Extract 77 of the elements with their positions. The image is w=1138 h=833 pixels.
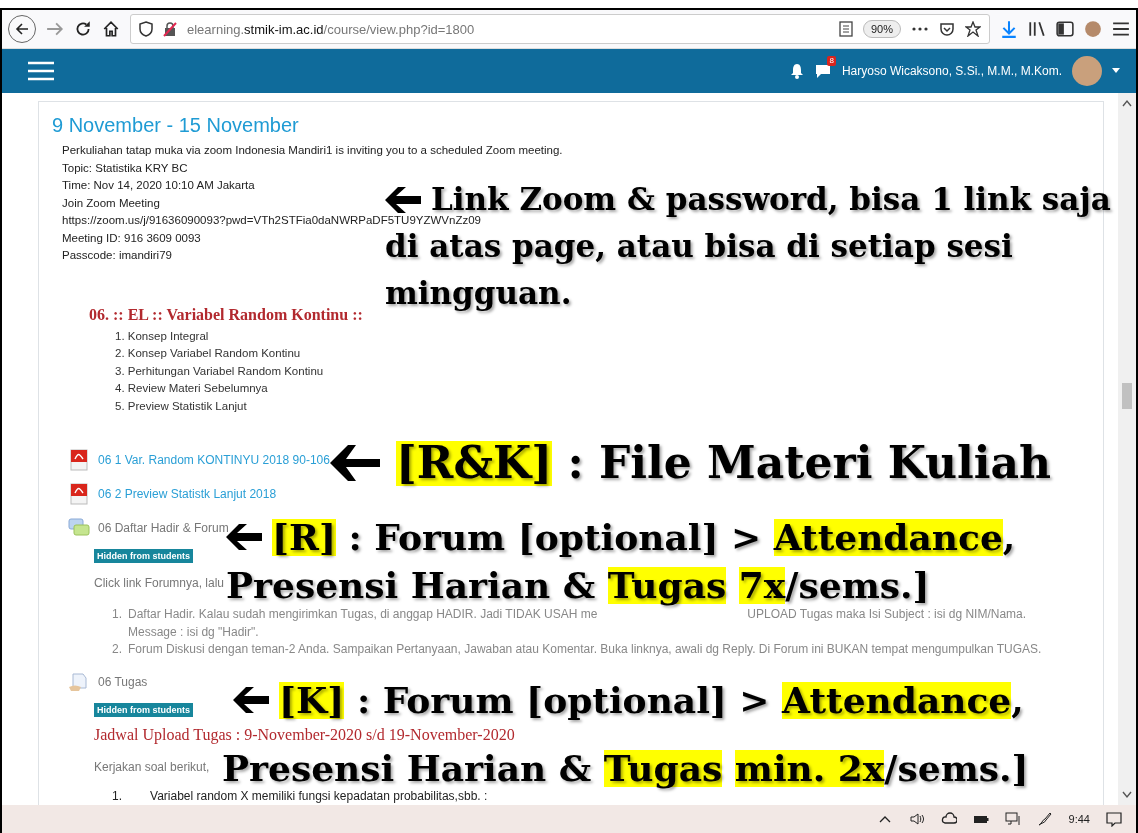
library-icon[interactable] [1028, 20, 1046, 38]
message-count: 8 [827, 56, 836, 66]
pocket-icon[interactable] [939, 21, 955, 37]
speaker-icon[interactable] [908, 811, 925, 827]
annotation-text: di atas page, atau bisa di setiap sesi [385, 227, 1013, 266]
chat-icon[interactable] [813, 62, 832, 80]
list-item-text: Forum Diskusi dengan teman-2 Anda. Sampaikan Pertanyaan, Jawaban atau Komentar. Buka linknya, awali dg Reply. Di Forum ini BUKAN tempat mengumpulkan TUGAS. [128, 641, 1042, 658]
list-item-text: UPLOAD Tugas maka Isi Subject : isi dg NIM/Nama. [747, 606, 1027, 623]
arrow-icon [226, 524, 262, 550]
arrow-icon [233, 687, 269, 713]
scrollbar[interactable] [1118, 93, 1136, 805]
crossed-lock-icon[interactable] [163, 21, 177, 37]
list-item-text: Variabel random X memiliki fungsi kepadatan probabilitas,sbb. : [150, 788, 488, 803]
menu-icon[interactable] [1112, 20, 1130, 38]
meeting-info-text: Perkuliahan tatap muka via zoom Indonesia Mandiri1 is inviting you to a scheduled Zoom meeting. [62, 143, 563, 158]
meeting-info-text: Passcode: imandiri79 [62, 248, 172, 263]
arrow-icon [385, 186, 421, 213]
download-icon[interactable] [1000, 20, 1018, 38]
topic-item: 2. Konsep Variabel Random Kontinu [115, 346, 301, 361]
scroll-up-icon[interactable] [1122, 99, 1132, 107]
section-title: 9 November - 15 November [52, 113, 300, 137]
activity-link[interactable]: 06 Daftar Hadir & Forum [98, 521, 229, 535]
shield-icon[interactable] [139, 21, 153, 37]
annotation-text: mingguan. [385, 274, 572, 313]
topic-item: 3. Perhitungan Variabel Random Kontinu [115, 363, 324, 379]
list-item-text: Message : isi dg "Hadir". [128, 623, 259, 641]
pen-icon[interactable] [1036, 811, 1053, 827]
menu-icon[interactable] [28, 61, 54, 81]
description-text: Click link Forumnya, lalu [94, 575, 225, 591]
bell-icon[interactable] [789, 63, 804, 79]
meeting-info-text: Time: Nov 14, 2020 10:10 AM Jakarta [62, 178, 255, 193]
more-icon[interactable] [911, 26, 929, 32]
activity-link[interactable]: 06 2 Preview Statistk Lanjut 2018 [98, 487, 277, 501]
url-text[interactable]: elearning.stmik-im.ac.id/course/view.php?id=1800 [187, 21, 829, 37]
profile-icon[interactable] [1084, 20, 1102, 38]
annotation-text: [K] : Forum [optional] > Attendance, [279, 678, 1024, 722]
scroll-down-icon[interactable] [1122, 791, 1132, 799]
activity-link[interactable]: 06 1 Var. Random KONTINYU 2018 90-106 [98, 453, 330, 467]
pdf-icon [68, 449, 90, 471]
home-icon[interactable] [102, 20, 120, 38]
clock[interactable]: 9:44 [1068, 813, 1090, 825]
hidden-badge: Hidden from students [94, 702, 193, 717]
sidebar-icon[interactable] [1056, 20, 1074, 38]
caret-icon[interactable] [1112, 68, 1120, 74]
annotation-text: [R&K] : File Materi Kuliah [396, 436, 1051, 490]
list-number: 1. [112, 788, 122, 803]
meeting-info-text: Join Zoom Meeting [62, 195, 160, 211]
topic-heading: 06. :: EL :: Variabel Random Kontinu :: [89, 304, 364, 325]
reload-icon[interactable] [74, 20, 92, 38]
user-name[interactable]: Haryoso Wicaksono, S.Si., M.M., M.Kom. [841, 64, 1062, 78]
topic-item: 4. Review Materi Sebelumnya [115, 381, 268, 396]
pdf-icon [68, 483, 90, 505]
list-item-text: Daftar Hadir. Kalau sudah mengirimkan Tugas, di anggap HADIR. Jadi TIDAK USAH me [128, 606, 598, 623]
network-icon[interactable] [1004, 811, 1021, 827]
activity-link[interactable]: 06 Tugas [98, 674, 148, 689]
meeting-info-text: Topic: Statistika KRY BC [62, 160, 188, 176]
hidden-badge: Hidden from students [94, 549, 193, 563]
topic-item: 5. Preview Statistik Lanjut [115, 398, 247, 414]
zoom-level-button[interactable]: 90% [862, 20, 901, 38]
list-number: 2. [112, 641, 122, 658]
scroll-thumb[interactable] [1122, 383, 1132, 409]
address-bar[interactable]: elearning.stmik-im.ac.id/course/view.php?id=1800 90% [130, 14, 990, 44]
notifications-icon[interactable] [1106, 811, 1122, 827]
topic-item: 1. Konsep Integral [115, 328, 209, 344]
meeting-info-text: Meeting ID: 916 3609 0093 [62, 230, 201, 246]
arrow-icon [330, 445, 380, 481]
forward-icon[interactable] [46, 20, 64, 38]
cloud-icon[interactable] [940, 811, 957, 827]
paper-icon [68, 670, 90, 693]
forum-icon [68, 517, 90, 539]
star-icon[interactable] [965, 21, 981, 37]
description-text: Kerjakan soal berikut, [94, 758, 210, 775]
back-arrow-icon [15, 22, 29, 36]
list-number: 1. [112, 606, 122, 623]
reader-view-icon[interactable] [838, 21, 853, 37]
schedule-heading: Jadwal Upload Tugas : 9-November-2020 s/d 19-November-2020 [94, 724, 515, 745]
meeting-info-text: https://zoom.us/j/91636090093?pwd=VTh2STFia0daNWRPaDF5TU9YZWVnZz09 [62, 213, 481, 228]
